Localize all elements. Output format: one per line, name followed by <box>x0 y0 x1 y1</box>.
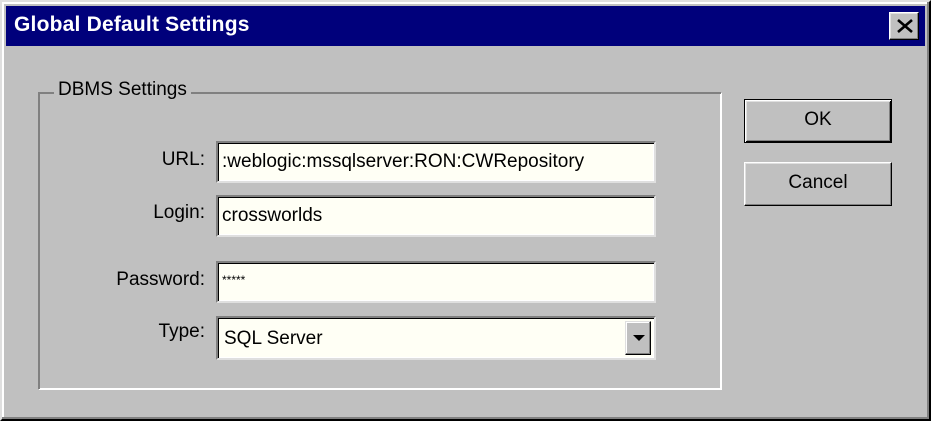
title-bar[interactable]: Global Default Settings <box>6 6 925 46</box>
url-field[interactable]: :weblogic:mssqlserver:RON:CWRepository <box>216 141 656 183</box>
dialog-window: Global Default Settings DBMS Settings UR… <box>0 0 931 421</box>
close-icon <box>897 19 913 33</box>
type-selected-value: SQL Server <box>224 328 323 349</box>
window-title: Global Default Settings <box>14 13 250 36</box>
ok-button[interactable]: OK <box>744 99 892 143</box>
cancel-button[interactable]: Cancel <box>744 162 892 206</box>
close-button[interactable] <box>889 12 919 40</box>
chevron-down-icon <box>633 335 645 341</box>
url-label: URL: <box>161 149 205 170</box>
login-field[interactable]: crossworlds <box>216 195 656 237</box>
password-label: Password: <box>116 269 205 290</box>
login-label: Login: <box>153 202 205 223</box>
password-field[interactable]: ***** <box>216 261 656 303</box>
type-dropdown-button[interactable] <box>625 321 651 355</box>
type-select[interactable]: SQL Server <box>216 316 656 360</box>
type-label: Type: <box>158 321 205 342</box>
group-label: DBMS Settings <box>54 79 191 101</box>
